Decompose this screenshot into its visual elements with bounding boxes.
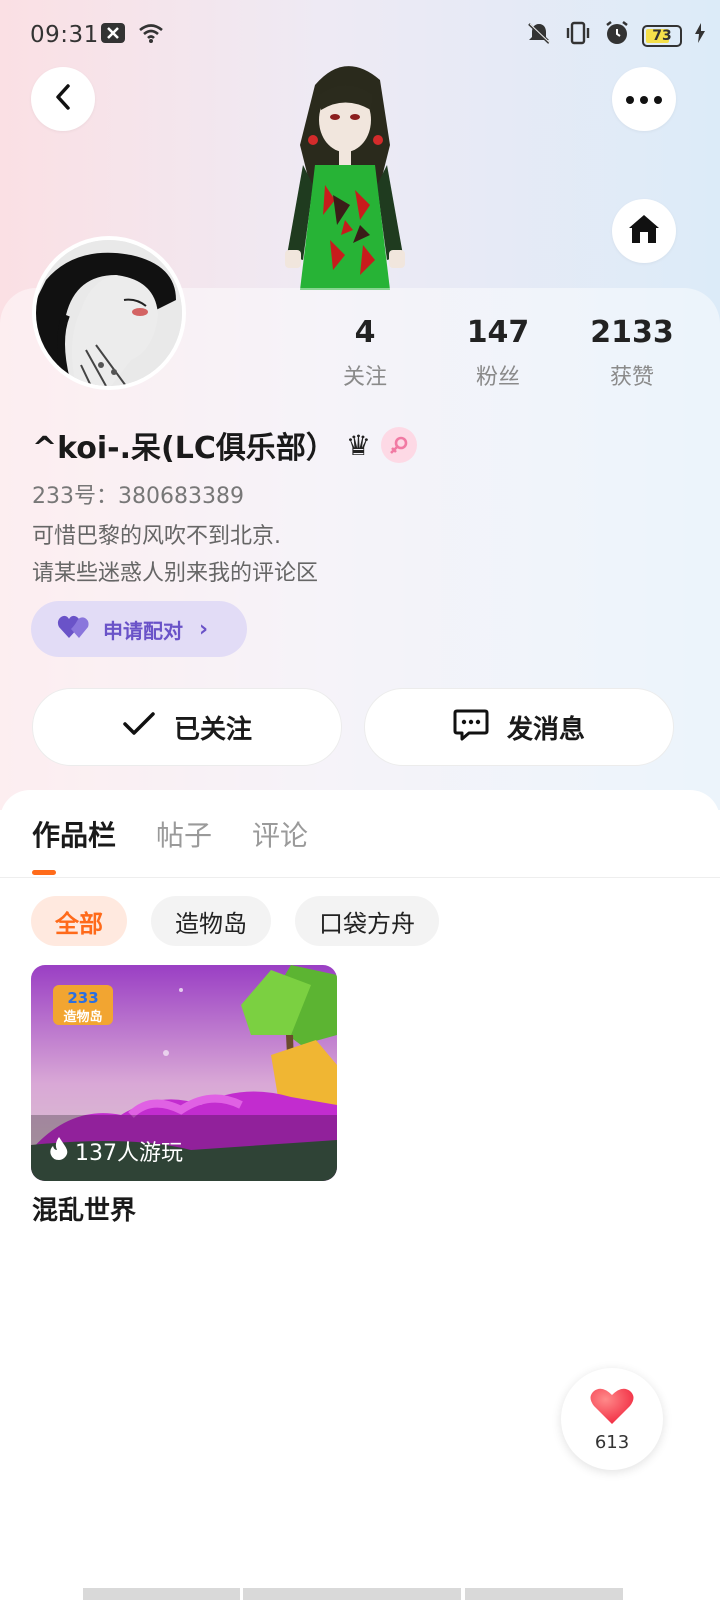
crown-icon[interactable]: ♛ [346,429,371,462]
filter-pocket-ark[interactable]: 口袋方舟 [295,896,439,946]
stat-followers[interactable]: 147 粉丝 [438,315,558,391]
chat-bubble-icon [453,707,489,748]
vibrate-icon [564,21,592,51]
svg-text:233: 233 [67,989,98,1007]
user-id: 233号：380683389 [32,484,244,509]
female-icon [380,427,417,463]
tab-indicator [32,870,56,875]
nav-hint-bar [243,1588,461,1600]
bio: 可惜巴黎的风吹不到北京. 请某些迷惑人别来我的评论区 [32,518,318,592]
tab-bar: 作品栏 帖子 评论 [32,814,308,854]
fire-icon [49,1136,69,1166]
mute-icon [526,21,552,51]
likes-count: 2133 [590,315,674,350]
wifi-icon [138,22,164,50]
battery-icon: 73 [642,25,682,47]
hearts-icon [57,614,91,645]
message-label: 发消息 [506,714,585,745]
charging-icon [694,23,706,49]
follow-label: 已关注 [173,714,252,745]
back-button[interactable] [31,67,95,131]
tab-comments[interactable]: 评论 [252,814,308,854]
alarm-icon [604,20,630,52]
bio-line: 可惜巴黎的风吹不到北京. [32,524,281,549]
following-count: 4 [354,315,376,350]
filter-creation-island[interactable]: 造物岛 [151,896,271,946]
avatar-character-image [275,55,415,290]
following-label: 关注 [342,365,387,390]
username-row: ^koi-.呆(LC俱乐部） ♛ [32,423,417,467]
like-count: 613 [594,1431,630,1453]
stat-likes[interactable]: 2133 获赞 [572,315,692,391]
content-panel: 作品栏 帖子 评论 全部 造物岛 口袋方舟 233 造物岛 137人游玩 混乱世… [0,790,720,1600]
profile-avatar[interactable] [32,236,186,390]
filter-chips: 全部 造物岛 口袋方舟 [31,896,439,946]
nav-hint-bar [83,1588,240,1600]
like-button[interactable]: 613 [561,1368,663,1470]
username: ^koi-.呆(LC俱乐部） [32,431,336,466]
follow-button[interactable]: 已关注 [32,688,342,766]
notification-x-icon [100,22,126,50]
tab-posts[interactable]: 帖子 [156,814,212,854]
tab-works[interactable]: 作品栏 [32,814,116,854]
svg-text:造物岛: 造物岛 [63,1009,102,1025]
heart-icon [589,1386,635,1430]
work-card[interactable]: 233 造物岛 137人游玩 [31,965,337,1181]
message-button[interactable]: 发消息 [364,688,674,766]
home-icon [627,213,661,249]
pair-request-label: 申请配对 [103,618,183,643]
followers-label: 粉丝 [475,365,520,390]
back-icon [51,83,75,115]
work-plays: 137人游玩 [49,1135,183,1167]
home-button[interactable] [612,199,676,263]
nav-hint-bar [465,1588,623,1600]
pair-request-button[interactable]: 申请配对 › [31,601,247,657]
bio-line: 请某些迷惑人别来我的评论区 [32,561,319,586]
plays-count: 137人游玩 [75,1141,183,1166]
filter-all[interactable]: 全部 [31,896,127,946]
more-button[interactable] [612,67,676,131]
chevron-right-icon: › [199,616,209,642]
stat-following[interactable]: 4 关注 [305,315,425,391]
followers-count: 147 [466,315,530,350]
status-time: 09:31 [30,22,99,48]
battery-level: 73 [652,28,672,44]
divider [0,877,720,878]
work-title[interactable]: 混乱世界 [32,1190,136,1227]
likes-label: 获赞 [609,365,654,390]
creation-island-logo: 233 造物岛 [53,985,113,1025]
more-icon [625,90,663,109]
check-icon [122,711,156,744]
